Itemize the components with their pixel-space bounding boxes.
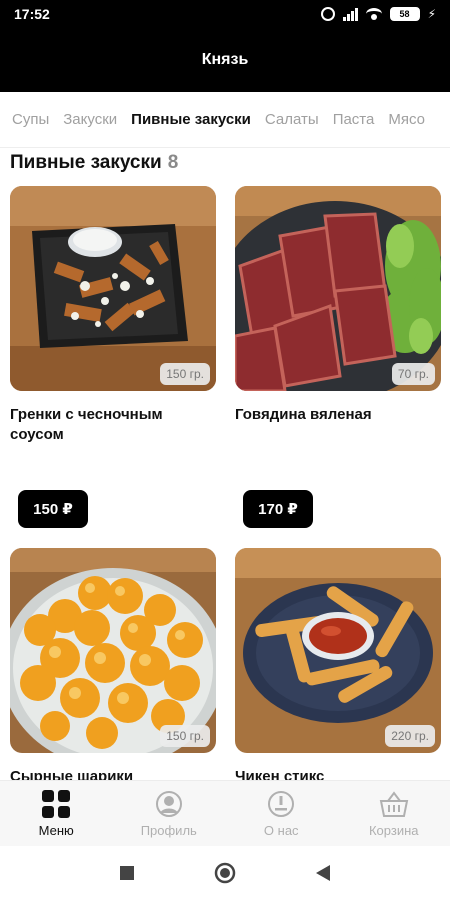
- nav-cart-label: Корзина: [368, 822, 419, 838]
- tab-meat[interactable]: Мясо: [388, 111, 425, 128]
- battery-icon: 58: [389, 7, 420, 21]
- recent-apps-button[interactable]: [112, 858, 142, 888]
- app-screen: 17:52 58 ⚡ Князь Супы Закуски Пивные зак…: [0, 0, 450, 900]
- status-time: 17:52: [14, 6, 50, 22]
- home-button[interactable]: [210, 858, 240, 888]
- profile-icon: [155, 790, 183, 818]
- product-card-croutons[interactable]: 150 гр. Гренки с чесночным соусом 150 ₽: [10, 186, 216, 528]
- nav-menu-label: Меню: [38, 822, 74, 838]
- weight-label: 150 гр.: [160, 363, 210, 385]
- back-triangle-icon: [316, 865, 330, 881]
- square-icon: [120, 866, 134, 880]
- circle-icon: [214, 862, 236, 884]
- cheese-balls-photo: [10, 548, 216, 753]
- wifi-icon: [365, 8, 382, 20]
- product-name: Гренки с чесночным соусом: [10, 406, 163, 443]
- nav-profile-label: Профиль: [140, 822, 197, 838]
- status-icons: 58 ⚡: [320, 7, 436, 21]
- nav-profile[interactable]: Профиль: [113, 781, 226, 846]
- grid-icon: [42, 789, 71, 818]
- chicken-sticks-photo: [235, 548, 441, 753]
- price-button[interactable]: 150 ₽: [18, 490, 88, 528]
- tab-salads[interactable]: Салаты: [265, 111, 319, 128]
- nav-menu[interactable]: Меню: [0, 781, 113, 846]
- product-photo[interactable]: 150 гр.: [10, 186, 216, 391]
- system-nav-bar: [0, 846, 450, 900]
- category-tabs: Супы Закуски Пивные закуски Салаты Паста…: [0, 92, 450, 148]
- tab-snacks[interactable]: Закуски: [63, 111, 117, 128]
- nav-about[interactable]: О нас: [225, 781, 338, 846]
- product-card-dried-beef[interactable]: 70 гр. Говядина вяленая 170 ₽: [235, 186, 441, 528]
- nav-about-label: О нас: [263, 822, 299, 838]
- back-button[interactable]: [308, 858, 338, 888]
- weight-label: 70 гр.: [391, 363, 435, 385]
- alarm-icon: [320, 7, 335, 21]
- croutons-photo: [10, 186, 216, 391]
- app-header: Князь: [0, 28, 450, 92]
- product-card-chicken-sticks[interactable]: 220 гр. Чикен стикс: [235, 548, 441, 787]
- section-count: 8: [167, 152, 179, 173]
- tab-beer-snacks[interactable]: Пивные закуски: [131, 111, 251, 128]
- dried-beef-photo: [235, 186, 441, 391]
- bottom-nav: Меню Профиль О нас Корзина: [0, 780, 450, 846]
- tab-pasta[interactable]: Паста: [333, 111, 375, 128]
- product-photo[interactable]: 70 гр.: [235, 186, 441, 391]
- charging-icon: ⚡: [427, 7, 436, 21]
- basket-icon: [379, 790, 409, 818]
- weight-label: 220 гр.: [385, 725, 435, 747]
- price-button[interactable]: 170 ₽: [243, 490, 313, 528]
- page-title: Князь: [201, 51, 249, 68]
- signal-icon: [342, 7, 358, 21]
- nav-cart[interactable]: Корзина: [338, 781, 450, 846]
- product-card-cheese-balls[interactable]: 150 гр. Сырные шарики: [10, 548, 216, 787]
- status-bar: 17:52 58 ⚡: [0, 0, 450, 28]
- tab-soups[interactable]: Супы: [12, 111, 49, 128]
- weight-label: 150 гр.: [160, 725, 210, 747]
- section-heading: Пивные закуски 8: [10, 152, 178, 178]
- product-photo[interactable]: 150 гр.: [10, 548, 216, 753]
- product-name: Говядина вяленая: [235, 406, 372, 423]
- product-photo[interactable]: 220 гр.: [235, 548, 441, 753]
- section-title: Пивные закуски: [10, 152, 162, 173]
- info-icon: [267, 790, 295, 818]
